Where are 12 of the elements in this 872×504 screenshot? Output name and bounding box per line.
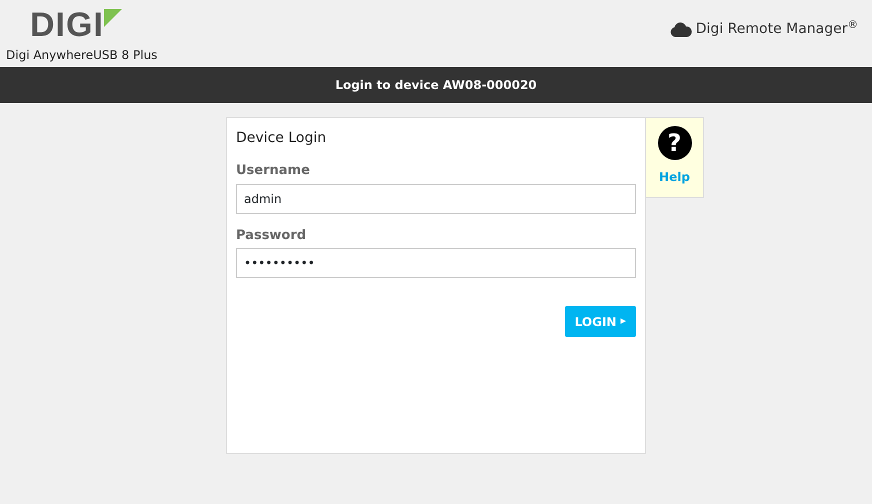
login-title: Device Login (236, 129, 328, 148)
cloud-icon (670, 22, 692, 37)
logo: DIGI (30, 8, 104, 42)
device-name: Digi AnywhereUSB 8 Plus (6, 46, 158, 64)
help-icon[interactable]: ? (658, 126, 692, 160)
remote-manager-link[interactable]: Digi Remote Manager$^{®}$ (696, 19, 858, 40)
field-label: Username (236, 162, 311, 180)
field-label: Password (236, 226, 308, 244)
input-field[interactable]: admin (236, 184, 636, 214)
input-field[interactable]: •••••••••• (236, 248, 636, 278)
page-title: Login to device AW08-000020 (335, 77, 537, 94)
logo-triangle-icon (104, 8, 122, 26)
